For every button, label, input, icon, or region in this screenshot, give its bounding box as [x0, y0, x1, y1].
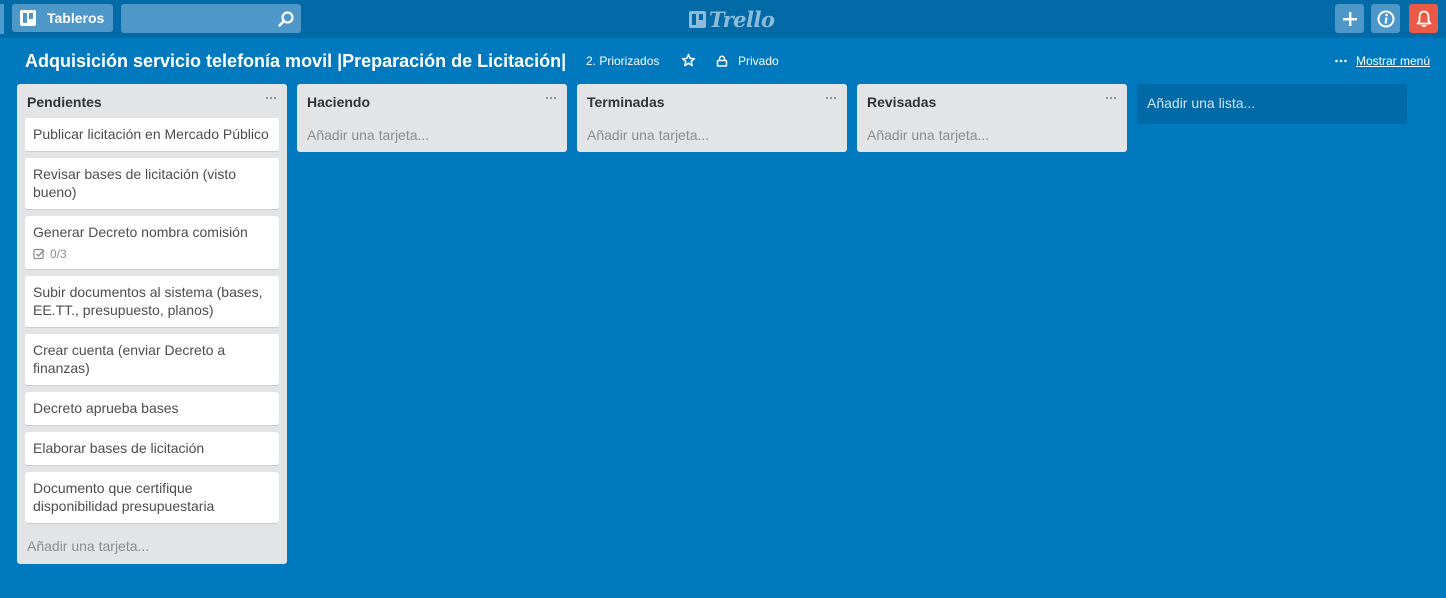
- card-title: Documento que certifique disponibilidad …: [33, 480, 215, 514]
- top-header: Tableros Trello: [0, 0, 1446, 38]
- add-card-button[interactable]: Añadir una tarjeta...: [17, 530, 287, 564]
- show-menu-label: Mostrar menú: [1356, 54, 1431, 68]
- card-title: Subir documentos al sistema (bases, EE.T…: [33, 284, 263, 318]
- search-icon[interactable]: [277, 10, 295, 28]
- list-pendientes: Pendientes Publicar licitación en Mercad…: [17, 84, 287, 564]
- visibility-button[interactable]: Privado: [716, 53, 779, 69]
- card[interactable]: Decreto aprueba bases: [25, 392, 279, 425]
- add-list-button[interactable]: Añadir una lista...: [1137, 84, 1407, 124]
- list-title[interactable]: Revisadas: [867, 93, 1117, 111]
- list-header[interactable]: Revisadas: [857, 84, 1127, 118]
- list-menu-icon[interactable]: [825, 92, 837, 104]
- star-icon[interactable]: [681, 53, 696, 68]
- visibility-label: Privado: [738, 54, 779, 68]
- plus-icon: [1342, 11, 1357, 26]
- add-card-button[interactable]: Añadir una tarjeta...: [857, 118, 1127, 152]
- list-header[interactable]: Haciendo: [297, 84, 567, 118]
- card-title: Publicar licitación en Mercado Público: [33, 126, 269, 142]
- card-title: Revisar bases de licitación (visto bueno…: [33, 166, 237, 200]
- card-title: Crear cuenta (enviar Decreto a finanzas): [33, 342, 226, 376]
- add-button[interactable]: [1335, 4, 1364, 33]
- list-terminadas: Terminadas Añadir una tarjeta...: [577, 84, 847, 152]
- card-title: Elaborar bases de licitación: [33, 440, 205, 456]
- card[interactable]: Documento que certifique disponibilidad …: [25, 472, 279, 523]
- card[interactable]: Generar Decreto nombra comisión 0/3: [25, 216, 279, 269]
- trello-logo[interactable]: Trello: [689, 6, 775, 32]
- trello-logo-text: Trello: [709, 6, 775, 32]
- list-title[interactable]: Pendientes: [27, 93, 277, 111]
- show-menu-button[interactable]: Mostrar menú: [1335, 53, 1430, 69]
- checklist-icon: [33, 248, 45, 260]
- card[interactable]: Publicar licitación en Mercado Público: [25, 118, 279, 151]
- list-haciendo: Haciendo Añadir una tarjeta...: [297, 84, 567, 152]
- card[interactable]: Subir documentos al sistema (bases, EE.T…: [25, 276, 279, 327]
- board-title[interactable]: Adquisición servicio telefonía movil |Pr…: [25, 49, 566, 73]
- dots-icon: [1335, 59, 1347, 63]
- card[interactable]: Elaborar bases de licitación: [25, 432, 279, 465]
- card[interactable]: Revisar bases de licitación (visto bueno…: [25, 158, 279, 209]
- card-list: Publicar licitación en Mercado Público R…: [17, 118, 287, 523]
- bell-icon: [1416, 10, 1431, 27]
- list-title[interactable]: Terminadas: [587, 93, 837, 111]
- add-card-button[interactable]: Añadir una tarjeta...: [577, 118, 847, 152]
- boards-button-label: Tableros: [47, 10, 105, 26]
- boards-button[interactable]: Tableros: [12, 4, 113, 32]
- list-menu-icon[interactable]: [265, 92, 277, 104]
- list-revisadas: Revisadas Añadir una tarjeta...: [857, 84, 1127, 152]
- notifications-button[interactable]: [1409, 4, 1438, 33]
- trello-logo-icon: [689, 10, 706, 28]
- card-title: Generar Decreto nombra comisión: [33, 224, 248, 240]
- add-card-button[interactable]: Añadir una tarjeta...: [297, 118, 567, 152]
- boards-icon: [20, 10, 36, 26]
- search-input[interactable]: [121, 4, 301, 33]
- card[interactable]: Crear cuenta (enviar Decreto a finanzas): [25, 334, 279, 385]
- list-title[interactable]: Haciendo: [307, 93, 557, 111]
- checklist-badge: 0/3: [33, 247, 271, 261]
- lock-icon: [716, 55, 728, 67]
- list-menu-icon[interactable]: [1105, 92, 1117, 104]
- card-title: Decreto aprueba bases: [33, 400, 179, 416]
- list-header[interactable]: Terminadas: [577, 84, 847, 118]
- checklist-count: 0/3: [50, 247, 67, 261]
- board-organization[interactable]: 2. Priorizados: [586, 53, 659, 69]
- list-header[interactable]: Pendientes: [17, 84, 287, 118]
- info-icon: [1377, 10, 1394, 27]
- header-edge: [0, 4, 4, 34]
- search-box[interactable]: [121, 4, 301, 33]
- list-menu-icon[interactable]: [545, 92, 557, 104]
- info-button[interactable]: [1371, 4, 1400, 33]
